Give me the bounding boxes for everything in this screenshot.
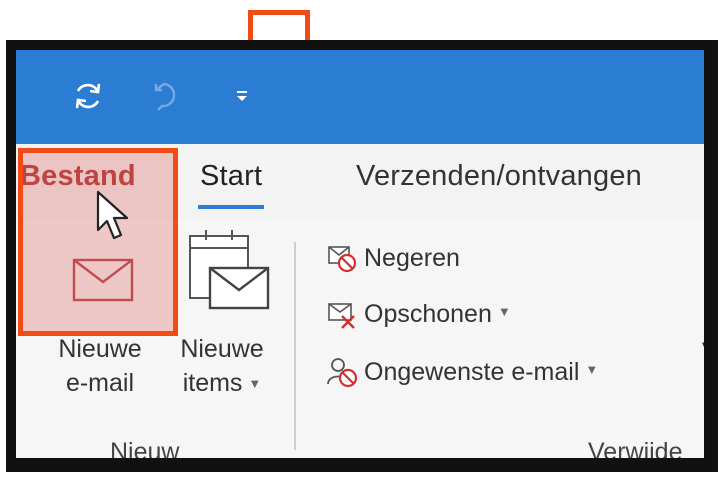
group-label-delete: Verwijde <box>588 438 683 458</box>
group-label-new: Nieuw <box>110 438 180 458</box>
new-items-label-line1: Nieuwe <box>180 335 264 363</box>
ignore-label: Negeren <box>364 243 460 272</box>
cut-off-button-text: V <box>702 338 704 367</box>
mouse-pointer-icon <box>94 190 134 251</box>
new-items-button[interactable]: Nieuwe items ▼ <box>162 220 282 404</box>
chevron-down-icon: ▼ <box>248 376 262 391</box>
junk-icon <box>324 354 360 390</box>
new-email-label-line1: Nieuwe <box>58 335 142 363</box>
junk-button[interactable]: Ongewenste e-mail ▼ <box>324 352 598 392</box>
ignore-button[interactable]: Negeren <box>324 238 460 278</box>
group-separator <box>294 242 296 450</box>
new-items-label-line2: items ▼ <box>182 369 262 397</box>
cleanup-button[interactable]: Opschonen ▼ <box>324 294 511 334</box>
quick-access-toolbar <box>16 50 704 144</box>
tab-start[interactable]: Start <box>197 160 265 209</box>
cleanup-label: Opschonen <box>364 299 492 328</box>
new-items-icon <box>162 220 282 332</box>
new-email-label-line2: e-mail <box>65 369 135 397</box>
ignore-icon <box>324 240 360 276</box>
chevron-down-icon: ▼ <box>585 361 599 377</box>
undo-icon[interactable] <box>144 76 184 116</box>
customize-qat-icon[interactable] <box>222 76 262 116</box>
cleanup-icon <box>324 296 360 332</box>
chevron-down-icon: ▼ <box>497 303 511 319</box>
tab-send-receive[interactable]: Verzenden/ontvangen <box>356 160 642 193</box>
sync-icon[interactable] <box>68 76 108 116</box>
junk-label: Ongewenste e-mail <box>364 357 580 386</box>
